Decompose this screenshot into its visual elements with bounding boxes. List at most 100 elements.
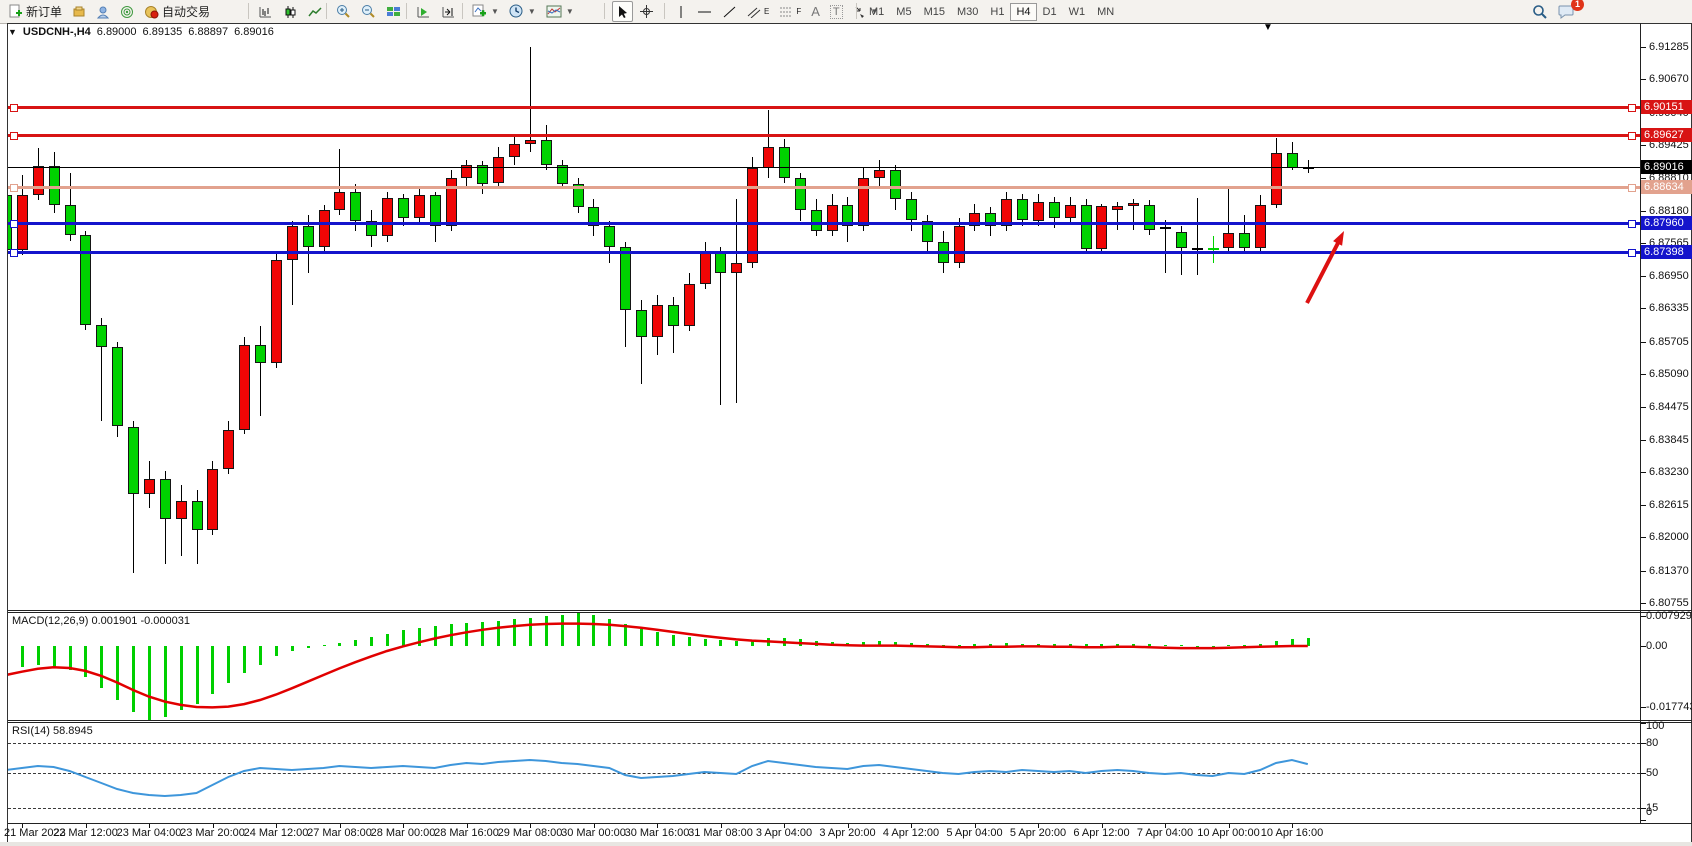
candle-body-up [223, 430, 234, 469]
ohlc-high: 6.89135 [143, 26, 183, 38]
trendline-tool[interactable] [718, 1, 741, 22]
candle-body-down [366, 221, 377, 237]
data-window-button[interactable] [92, 1, 114, 22]
tf-w1[interactable]: W1 [1063, 3, 1092, 21]
notification-badge: 1 [1571, 0, 1584, 11]
indicators-button[interactable]: ▼ [468, 1, 503, 22]
candle-body-down [49, 166, 60, 205]
templates-button[interactable]: ▼ [542, 1, 578, 22]
candle-wick [768, 110, 769, 179]
channel-label: E [764, 7, 769, 16]
rsi-splitter[interactable] [8, 720, 1692, 721]
periods-button[interactable]: ▼ [505, 1, 540, 22]
rsi-label-row: RSI(14) 58.8945 [12, 725, 93, 737]
tf-m30[interactable]: M30 [951, 3, 984, 21]
chart-shift-marker[interactable]: ▼ [1263, 22, 1273, 33]
clock-icon [509, 4, 524, 19]
tf-mn[interactable]: MN [1091, 3, 1120, 21]
tf-d1[interactable]: D1 [1037, 3, 1063, 21]
templates-dropdown-arrow[interactable]: ▼ [566, 7, 574, 16]
macd-histogram-bar [402, 630, 405, 646]
tf-h1[interactable]: H1 [984, 3, 1010, 21]
text-label-tool[interactable]: T [826, 1, 847, 22]
tf-h4[interactable]: H4 [1010, 3, 1036, 21]
main-chart-area[interactable] [8, 40, 1640, 610]
fibonacci-icon [779, 6, 793, 18]
bar-chart-button[interactable] [254, 1, 277, 22]
new-order-button[interactable]: 新订单 [4, 1, 66, 22]
rsi-splitter-line2 [8, 722, 1692, 723]
candle-body-down [938, 242, 949, 263]
zoom-in-button[interactable] [332, 1, 355, 22]
tf-m1[interactable]: M1 [863, 3, 890, 21]
tf-m5[interactable]: M5 [890, 3, 917, 21]
rsi-panel-area[interactable] [8, 723, 1640, 823]
macd-histogram-bar [751, 640, 754, 646]
candle-body-down [80, 235, 91, 325]
bar-chart-icon [258, 5, 273, 19]
notifications-button[interactable]: 1 [1554, 1, 1579, 22]
macd-histogram-bar [1069, 644, 1072, 647]
candle-body-up [525, 140, 536, 144]
macd-histogram-bar [989, 644, 992, 647]
text-tool[interactable]: A [807, 1, 824, 22]
macd-histogram-bar [116, 646, 119, 700]
macd-histogram-bar [862, 642, 865, 646]
toolbar-group-trade: 新订单 自动交易 [4, 1, 214, 22]
tf-m15[interactable]: M15 [918, 3, 951, 21]
macd-panel-area[interactable] [8, 613, 1640, 720]
cursor-tool-button[interactable] [612, 1, 633, 22]
fibonacci-label: F [796, 7, 801, 16]
macd-histogram-bar [1085, 644, 1088, 646]
toolbar-group-charttype [254, 1, 327, 22]
candle-body-up [954, 226, 965, 263]
macd-splitter[interactable] [8, 610, 1692, 611]
candle-body-down [128, 427, 139, 495]
chart-symbol-title: USDCNH-,H4 [23, 26, 91, 38]
candle-body-down [906, 199, 917, 220]
candle-body-up [1001, 199, 1012, 225]
rsi-label: RSI(14) [12, 725, 50, 737]
tile-windows-button[interactable] [382, 1, 405, 22]
candle-wick [530, 47, 531, 152]
navigator-button[interactable] [116, 1, 138, 22]
periods-dropdown-arrow[interactable]: ▼ [528, 7, 536, 16]
horizontal-line-tool[interactable] [693, 1, 716, 22]
candle-body-up [747, 168, 758, 263]
candle-body-up [858, 178, 869, 226]
auto-scroll-button[interactable] [412, 1, 435, 22]
candle-wick [736, 199, 737, 402]
crosshair-tool-button[interactable] [635, 1, 658, 22]
candle-body-up [1096, 206, 1107, 249]
market-watch-button[interactable] [68, 1, 90, 22]
macd-histogram-bar [338, 643, 341, 646]
macd-histogram-bar [354, 640, 357, 646]
autotrading-button[interactable]: 自动交易 [140, 1, 214, 22]
search-button[interactable] [1528, 1, 1552, 22]
chart-collapse-icon[interactable]: ▼ [8, 27, 17, 37]
candle-body-up [874, 170, 885, 178]
macd-histogram-bar [719, 640, 722, 646]
candle-body-up [652, 305, 663, 337]
candle-body-down [541, 140, 552, 165]
candle-body-down [604, 226, 615, 247]
candlestick-chart-button[interactable] [279, 1, 302, 22]
zoom-out-button[interactable] [357, 1, 380, 22]
fibonacci-tool[interactable]: F [775, 1, 805, 22]
macd-histogram-bar [180, 646, 183, 710]
gold-cube-icon [72, 5, 86, 19]
candle-body-up [969, 213, 980, 226]
equidistant-channel-tool[interactable]: E [743, 1, 773, 22]
candle-body-down [890, 170, 901, 199]
candle-body-down [1144, 205, 1155, 230]
toolbar-separator [406, 3, 407, 19]
line-chart-button[interactable] [304, 1, 327, 22]
vertical-line-tool[interactable] [671, 1, 691, 22]
candle-body-up [509, 144, 520, 157]
chart-shift-button[interactable] [437, 1, 460, 22]
macd-histogram-bar [53, 646, 56, 668]
indicators-dropdown-arrow[interactable]: ▼ [491, 7, 499, 16]
candle-body-down [715, 252, 726, 273]
macd-histogram-bar [21, 646, 24, 667]
candle-body-down [65, 205, 76, 235]
